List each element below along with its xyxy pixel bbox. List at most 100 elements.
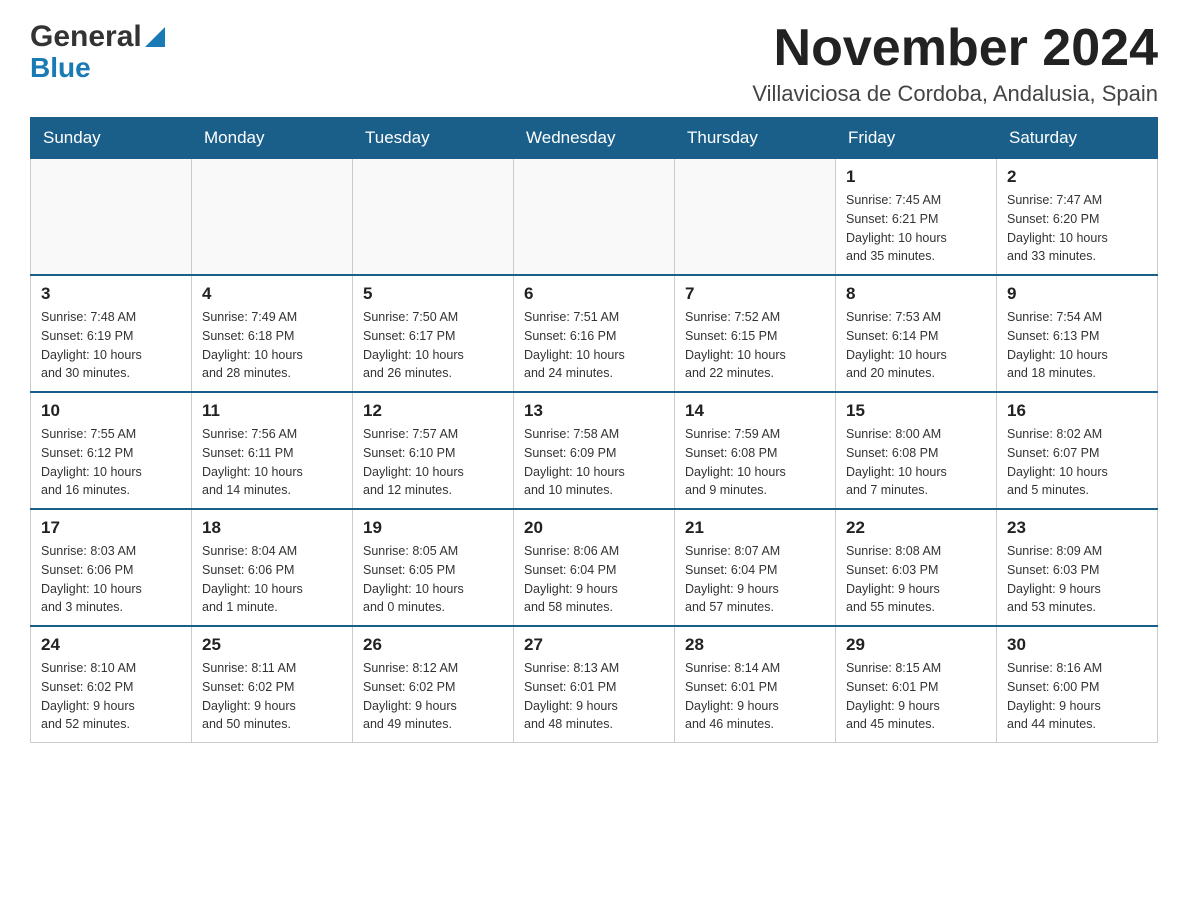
day-number: 24: [41, 635, 181, 655]
day-info: Sunrise: 7:55 AM Sunset: 6:12 PM Dayligh…: [41, 425, 181, 500]
calendar-day: 11Sunrise: 7:56 AM Sunset: 6:11 PM Dayli…: [192, 392, 353, 509]
day-number: 13: [524, 401, 664, 421]
calendar-day: [675, 159, 836, 276]
calendar-week-row: 10 Sunrise: 7:55 AM Sunset: 6:12 PM Dayli…: [31, 392, 1158, 509]
day-number: 9: [1007, 284, 1147, 304]
day-number: 25: [202, 635, 342, 655]
calendar-day: 13 Sunrise: 7:58 AM Sunset: 6:09 PM Dayli…: [514, 392, 675, 509]
day-info: Sunrise: 7:56 AM Sunset: 6:11 PM Dayligh…: [202, 425, 342, 500]
day-number: 20: [524, 518, 664, 538]
day-info: Sunrise: 8:00 AM Sunset: 6:08 PM Dayligh…: [846, 425, 986, 500]
day-info: Sunrise: 7:59 AM Sunset: 6:08 PM Dayligh…: [685, 425, 825, 500]
calendar-day: [353, 159, 514, 276]
day-number: 27: [524, 635, 664, 655]
day-number: 14: [685, 401, 825, 421]
calendar-day: 26 Sunrise: 8:12 AM Sunset: 6:02 PM Dayli…: [353, 626, 514, 743]
day-info: Sunrise: 8:12 AM Sunset: 6:02 PM Dayligh…: [363, 659, 503, 734]
day-number: 4: [202, 284, 342, 304]
header: General Blue November 2024 Villaviciosa …: [30, 20, 1158, 107]
day-number: 22: [846, 518, 986, 538]
calendar-day: 14 Sunrise: 7:59 AM Sunset: 6:08 PM Dayli…: [675, 392, 836, 509]
day-info: Sunrise: 8:15 AM Sunset: 6:01 PM Dayligh…: [846, 659, 986, 734]
weekday-header-tuesday: Tuesday: [353, 118, 514, 159]
calendar-day: 19 Sunrise: 8:05 AM Sunset: 6:05 PM Dayli…: [353, 509, 514, 626]
calendar-day: 30 Sunrise: 8:16 AM Sunset: 6:00 PM Dayli…: [997, 626, 1158, 743]
day-number: 15: [846, 401, 986, 421]
day-info: Sunrise: 7:47 AM Sunset: 6:20 PM Dayligh…: [1007, 191, 1147, 266]
day-info: Sunrise: 8:06 AM Sunset: 6:04 PM Dayligh…: [524, 542, 664, 617]
day-info: Sunrise: 8:16 AM Sunset: 6:00 PM Dayligh…: [1007, 659, 1147, 734]
calendar-day: 8 Sunrise: 7:53 AM Sunset: 6:14 PM Daylig…: [836, 275, 997, 392]
day-info: Sunrise: 8:04 AM Sunset: 6:06 PM Dayligh…: [202, 542, 342, 617]
day-number: 29: [846, 635, 986, 655]
day-number: 7: [685, 284, 825, 304]
calendar-day: 3 Sunrise: 7:48 AM Sunset: 6:19 PM Daylig…: [31, 275, 192, 392]
weekday-header-friday: Friday: [836, 118, 997, 159]
weekday-header-sunday: Sunday: [31, 118, 192, 159]
calendar-day: 23 Sunrise: 8:09 AM Sunset: 6:03 PM Dayli…: [997, 509, 1158, 626]
day-info: Sunrise: 8:10 AM Sunset: 6:02 PM Dayligh…: [41, 659, 181, 734]
calendar-day: 2 Sunrise: 7:47 AM Sunset: 6:20 PM Daylig…: [997, 159, 1158, 276]
day-info: Sunrise: 7:50 AM Sunset: 6:17 PM Dayligh…: [363, 308, 503, 383]
location-title: Villaviciosa de Cordoba, Andalusia, Spai…: [752, 81, 1158, 107]
calendar-day: [192, 159, 353, 276]
calendar-day: 27 Sunrise: 8:13 AM Sunset: 6:01 PM Dayli…: [514, 626, 675, 743]
calendar-day: 9 Sunrise: 7:54 AM Sunset: 6:13 PM Daylig…: [997, 275, 1158, 392]
calendar-day: 5 Sunrise: 7:50 AM Sunset: 6:17 PM Daylig…: [353, 275, 514, 392]
day-info: Sunrise: 8:03 AM Sunset: 6:06 PM Dayligh…: [41, 542, 181, 617]
day-number: 1: [846, 167, 986, 187]
day-info: Sunrise: 8:09 AM Sunset: 6:03 PM Dayligh…: [1007, 542, 1147, 617]
day-info: Sunrise: 8:14 AM Sunset: 6:01 PM Dayligh…: [685, 659, 825, 734]
day-number: 12: [363, 401, 503, 421]
day-number: 10: [41, 401, 181, 421]
calendar-day: 10 Sunrise: 7:55 AM Sunset: 6:12 PM Dayli…: [31, 392, 192, 509]
calendar-week-row: 24 Sunrise: 8:10 AM Sunset: 6:02 PM Dayli…: [31, 626, 1158, 743]
day-number: 19: [363, 518, 503, 538]
calendar-day: [514, 159, 675, 276]
day-number: 2: [1007, 167, 1147, 187]
day-info: Sunrise: 8:05 AM Sunset: 6:05 PM Dayligh…: [363, 542, 503, 617]
day-info: Sunrise: 7:58 AM Sunset: 6:09 PM Dayligh…: [524, 425, 664, 500]
weekday-header-wednesday: Wednesday: [514, 118, 675, 159]
day-number: 21: [685, 518, 825, 538]
calendar-week-row: 17 Sunrise: 8:03 AM Sunset: 6:06 PM Dayli…: [31, 509, 1158, 626]
day-number: 5: [363, 284, 503, 304]
calendar-day: 22 Sunrise: 8:08 AM Sunset: 6:03 PM Dayli…: [836, 509, 997, 626]
day-number: 16: [1007, 401, 1147, 421]
day-info: Sunrise: 8:07 AM Sunset: 6:04 PM Dayligh…: [685, 542, 825, 617]
day-number: 26: [363, 635, 503, 655]
weekday-header-thursday: Thursday: [675, 118, 836, 159]
day-info: Sunrise: 7:53 AM Sunset: 6:14 PM Dayligh…: [846, 308, 986, 383]
weekday-header-monday: Monday: [192, 118, 353, 159]
day-number: 28: [685, 635, 825, 655]
day-info: Sunrise: 7:52 AM Sunset: 6:15 PM Dayligh…: [685, 308, 825, 383]
day-info: Sunrise: 7:54 AM Sunset: 6:13 PM Dayligh…: [1007, 308, 1147, 383]
calendar-day: 18 Sunrise: 8:04 AM Sunset: 6:06 PM Dayli…: [192, 509, 353, 626]
calendar-day: 17 Sunrise: 8:03 AM Sunset: 6:06 PM Dayli…: [31, 509, 192, 626]
day-number: 8: [846, 284, 986, 304]
day-number: 23: [1007, 518, 1147, 538]
calendar-day: 16 Sunrise: 8:02 AM Sunset: 6:07 PM Dayli…: [997, 392, 1158, 509]
day-number: 17: [41, 518, 181, 538]
calendar-week-row: 3 Sunrise: 7:48 AM Sunset: 6:19 PM Daylig…: [31, 275, 1158, 392]
calendar-day: 29 Sunrise: 8:15 AM Sunset: 6:01 PM Dayli…: [836, 626, 997, 743]
calendar-day: 25Sunrise: 8:11 AM Sunset: 6:02 PM Dayli…: [192, 626, 353, 743]
day-info: Sunrise: 8:02 AM Sunset: 6:07 PM Dayligh…: [1007, 425, 1147, 500]
day-info: Sunrise: 8:13 AM Sunset: 6:01 PM Dayligh…: [524, 659, 664, 734]
day-number: 30: [1007, 635, 1147, 655]
calendar-day: 1Sunrise: 7:45 AM Sunset: 6:21 PM Daylig…: [836, 159, 997, 276]
day-info: Sunrise: 8:08 AM Sunset: 6:03 PM Dayligh…: [846, 542, 986, 617]
day-info: Sunrise: 7:48 AM Sunset: 6:19 PM Dayligh…: [41, 308, 181, 383]
day-number: 18: [202, 518, 342, 538]
calendar-day: 4 Sunrise: 7:49 AM Sunset: 6:18 PM Daylig…: [192, 275, 353, 392]
calendar-day: 20 Sunrise: 8:06 AM Sunset: 6:04 PM Dayli…: [514, 509, 675, 626]
weekday-header-row: SundayMondayTuesdayWednesdayThursdayFrid…: [31, 118, 1158, 159]
calendar-table: SundayMondayTuesdayWednesdayThursdayFrid…: [30, 117, 1158, 743]
calendar-week-row: 1Sunrise: 7:45 AM Sunset: 6:21 PM Daylig…: [31, 159, 1158, 276]
weekday-header-saturday: Saturday: [997, 118, 1158, 159]
day-info: Sunrise: 7:49 AM Sunset: 6:18 PM Dayligh…: [202, 308, 342, 383]
logo-general-text: General: [30, 20, 142, 54]
calendar-day: 15 Sunrise: 8:00 AM Sunset: 6:08 PM Dayli…: [836, 392, 997, 509]
day-number: 3: [41, 284, 181, 304]
day-info: Sunrise: 7:57 AM Sunset: 6:10 PM Dayligh…: [363, 425, 503, 500]
